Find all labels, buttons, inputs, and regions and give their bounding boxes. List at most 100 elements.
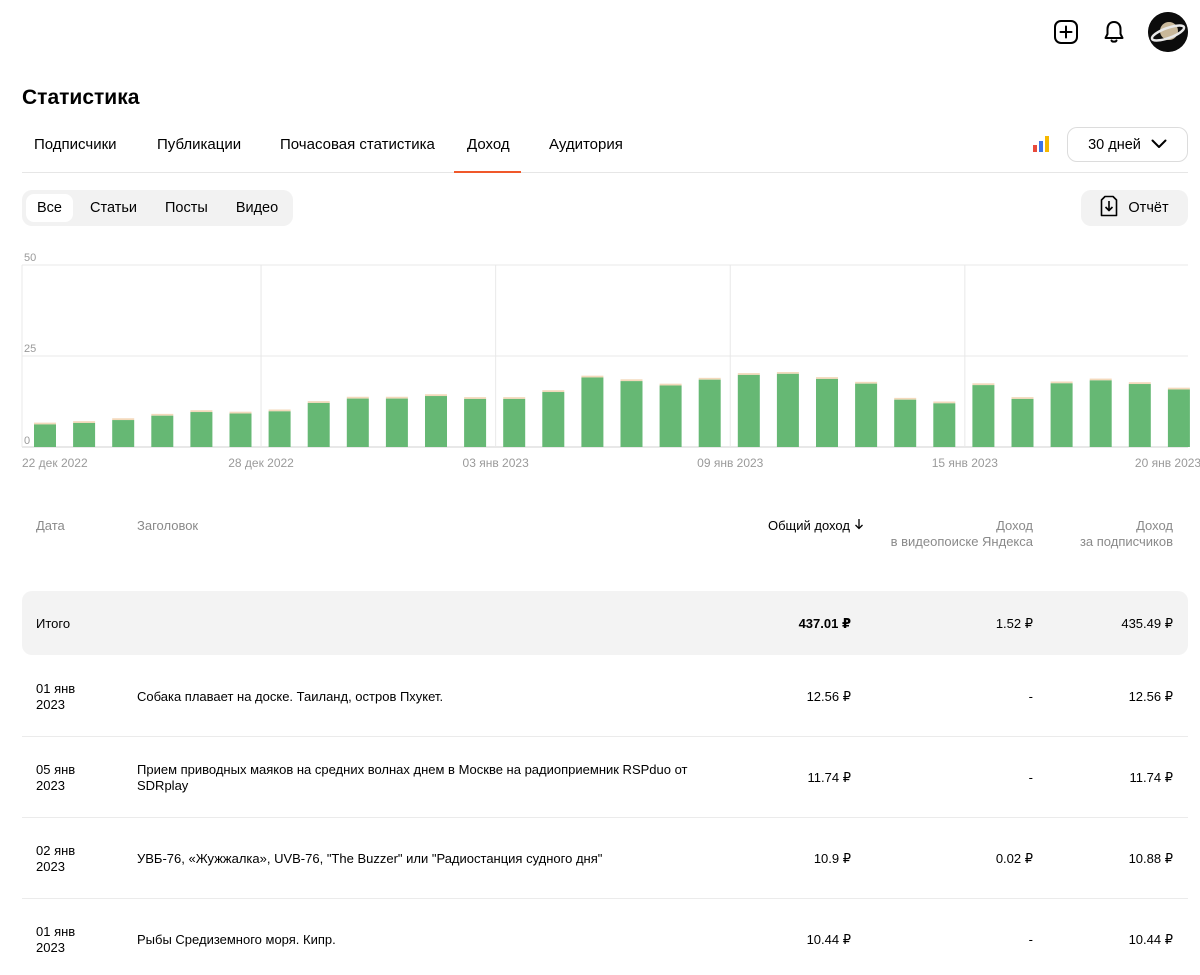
bar (542, 392, 565, 447)
total-video-income: 1.52 ₽ (995, 616, 1033, 631)
row-date-day: 01 янв (36, 681, 76, 696)
chart-svg: 50 25 0 22 дек 2022 28 дек 2022 03 янв 2023 09… (21, 252, 1200, 470)
bar-top-segment (229, 411, 252, 414)
bar (1089, 380, 1112, 447)
bar (659, 385, 682, 447)
bar-chart-icon[interactable] (1032, 135, 1050, 153)
bar-top-segment (1128, 382, 1151, 385)
subtab-all[interactable]: Все (26, 194, 73, 222)
row-title: Собака плавает на доске. Таиланд, остров… (137, 689, 717, 705)
row-date: 01 янв 2023 (36, 681, 116, 713)
row-subscriber-income: 12.56 ₽ (1128, 689, 1173, 704)
total-subscriber-income: 435.49 ₽ (1121, 616, 1173, 631)
bar-top-segment (776, 372, 799, 374)
bar-top-segment (151, 413, 174, 416)
avatar[interactable] (1148, 12, 1188, 52)
col-header-total-label: Общий доход (768, 518, 850, 533)
bar-top-segment (307, 401, 330, 403)
bar-top-segment (268, 409, 291, 412)
bar (1167, 389, 1190, 447)
bar (34, 424, 56, 447)
table-row[interactable]: 02 янв 2023 УВБ-76, «Жужжалка», UVB-76, … (22, 818, 1188, 899)
tab-subscribers[interactable]: Подписчики (34, 136, 117, 153)
bar-top-segment (620, 379, 643, 382)
total-label: Итого (36, 616, 71, 631)
row-date-year: 2023 (36, 778, 65, 793)
bar (229, 413, 252, 447)
col-header-video-search[interactable]: Доход в видеопоиске Яндекса (862, 518, 1033, 550)
row-date-year: 2023 (36, 859, 65, 874)
plus-square-icon[interactable] (1052, 18, 1080, 46)
bar (620, 381, 643, 447)
row-date-year: 2023 (36, 697, 65, 712)
table-row[interactable]: 05 янв 2023 Прием приводных маяков на ср… (22, 737, 1188, 818)
col-header-subscribers[interactable]: Доход за подписчиков (1033, 518, 1173, 550)
row-date: 01 янв 2023 (36, 924, 116, 956)
report-button[interactable]: Отчёт (1081, 190, 1188, 226)
bar (112, 420, 135, 447)
row-title: Рыбы Средиземного моря. Кипр. (137, 932, 717, 948)
table-row[interactable]: 01 янв 2023 Рыбы Средиземного моря. Кипр… (22, 899, 1188, 975)
col-header-title[interactable]: Заголовок (137, 518, 198, 534)
row-date-year: 2023 (36, 940, 65, 955)
y-tick-label: 0 (24, 435, 30, 447)
x-tick-label: 03 янв 2023 (463, 456, 530, 470)
y-tick-label: 25 (24, 343, 36, 355)
row-total-income: 10.44 ₽ (806, 932, 851, 947)
bar (464, 398, 487, 447)
subtab-articles[interactable]: Статьи (79, 194, 148, 222)
bar (816, 378, 838, 447)
bar-top-segment (503, 397, 526, 399)
bar (151, 415, 174, 447)
tab-hourly-stats[interactable]: Почасовая статистика (280, 136, 435, 153)
row-video-income: - (1028, 689, 1033, 704)
bar-top-segment (1011, 397, 1034, 399)
row-subscriber-income: 11.74 ₽ (1129, 770, 1173, 785)
top-actions (1052, 12, 1188, 52)
bar (855, 383, 878, 447)
subtab-posts[interactable]: Посты (154, 194, 219, 222)
report-label: Отчёт (1128, 200, 1169, 216)
bell-icon[interactable] (1100, 18, 1128, 46)
tab-audience[interactable]: Аудитория (549, 136, 623, 153)
bar (307, 402, 330, 447)
bar (425, 396, 447, 447)
bar (698, 379, 721, 447)
tab-income[interactable]: Доход (467, 136, 510, 153)
row-subscriber-income: 10.88 ₽ (1128, 851, 1173, 866)
row-date: 05 янв 2023 (36, 762, 116, 794)
x-tick-label: 20 янв 2023 (1135, 456, 1200, 470)
bar (1128, 384, 1151, 447)
y-tick-label: 50 (24, 252, 36, 264)
period-select[interactable]: 30 дней (1067, 127, 1188, 162)
bar-top-segment (894, 397, 917, 400)
row-date-day: 05 янв (36, 762, 76, 777)
subtab-video[interactable]: Видео (225, 194, 289, 222)
bar (737, 374, 760, 447)
bar-top-segment (933, 401, 956, 404)
chevron-down-icon (1151, 137, 1167, 153)
row-date-day: 01 янв (36, 924, 76, 939)
bar-top-segment (190, 410, 213, 413)
total-income: 437.01 ₽ (798, 616, 851, 631)
bar (1011, 398, 1034, 447)
bar (972, 385, 995, 447)
bar-top-segment (855, 381, 878, 384)
tab-publications[interactable]: Публикации (157, 136, 241, 153)
bar-top-segment (1089, 378, 1112, 381)
x-tick-label: 09 янв 2023 (697, 456, 764, 470)
main-tabs: Подписчики Публикации Почасовая статисти… (22, 126, 1188, 173)
bar-top-segment (581, 375, 604, 378)
bar-top-segment (34, 422, 56, 425)
col-header-date[interactable]: Дата (36, 518, 65, 534)
col-header-subs-line2: за подписчиков (1079, 534, 1173, 549)
table-row[interactable]: 01 янв 2023 Собака плавает на доске. Таи… (22, 656, 1188, 737)
col-header-total[interactable]: Общий доход (768, 518, 864, 534)
total-row: Итого 437.01 ₽ 1.52 ₽ 435.49 ₽ (22, 591, 1188, 655)
bar-top-segment (1167, 387, 1190, 390)
row-total-income: 12.56 ₽ (806, 689, 851, 704)
row-title-line2: SDRplay (137, 778, 189, 793)
bar-top-segment (346, 396, 369, 399)
bar (933, 403, 956, 447)
bar (268, 411, 291, 447)
